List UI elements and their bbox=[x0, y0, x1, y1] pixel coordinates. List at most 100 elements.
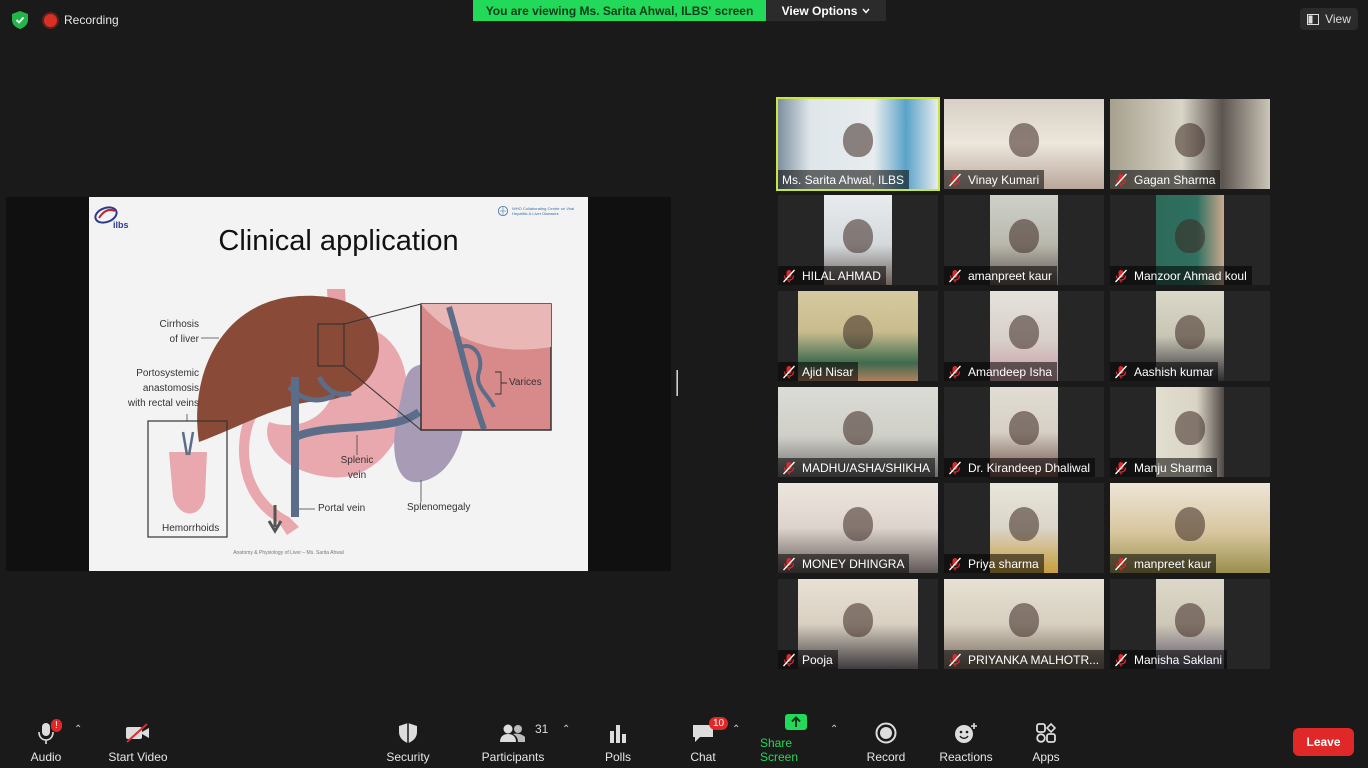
participant-silhouette bbox=[1009, 507, 1039, 541]
label-cirrhosis: Cirrhosis of liver bbox=[159, 319, 199, 345]
muted-mic-icon bbox=[1114, 269, 1134, 283]
record-label: Record bbox=[866, 750, 906, 764]
participant-tile[interactable]: manpreet kaur bbox=[1110, 483, 1270, 573]
participant-silhouette bbox=[1175, 507, 1205, 541]
participant-name: Ajid Nisar bbox=[802, 364, 854, 379]
apps-label: Apps bbox=[1032, 750, 1060, 764]
participant-silhouette bbox=[1009, 315, 1039, 349]
chat-button[interactable]: 10 Chat bbox=[686, 717, 729, 764]
muted-mic-icon bbox=[782, 461, 802, 475]
share-screen-label: Share Screen bbox=[760, 736, 799, 764]
participant-tile[interactable]: Ms. Sarita Ahwal, ILBS bbox=[776, 97, 940, 191]
muted-mic-icon bbox=[1114, 173, 1134, 187]
muted-mic-icon bbox=[782, 557, 802, 571]
participant-name: HILAL AHMAD bbox=[802, 268, 881, 283]
audio-button[interactable]: ! Audio bbox=[26, 718, 66, 764]
muted-mic-icon bbox=[1114, 557, 1134, 571]
participant-tile[interactable]: MADHU/ASHA/SHIKHA bbox=[778, 387, 938, 477]
participant-silhouette bbox=[843, 603, 873, 637]
audio-label: Audio bbox=[30, 750, 62, 764]
presentation-slide: ilbs WHO Collaborating Centre on Viral H… bbox=[89, 197, 588, 571]
muted-mic-icon bbox=[782, 269, 802, 283]
muted-mic-icon bbox=[948, 365, 968, 379]
muted-mic-icon bbox=[948, 461, 968, 475]
participant-name-tag: Manzoor Ahmad koul bbox=[1110, 266, 1252, 285]
chat-label: Chat bbox=[690, 750, 716, 764]
share-screen-button[interactable]: Share Screen bbox=[760, 714, 832, 764]
participants-button[interactable]: 31 Participants bbox=[478, 718, 549, 764]
audio-alert-badge: ! bbox=[51, 719, 62, 732]
participant-name: Pooja bbox=[802, 652, 833, 667]
participant-name-tag: Manju Sharma bbox=[1110, 458, 1218, 477]
participant-name: MONEY DHINGRA bbox=[802, 556, 905, 571]
apps-button[interactable]: Apps bbox=[1028, 718, 1064, 764]
chat-options-caret-icon[interactable]: ⌃ bbox=[732, 724, 740, 735]
participant-tile[interactable]: Pooja bbox=[778, 579, 938, 669]
slide-footer: Anatomy & Physiology of Liver – Ms. Sari… bbox=[233, 550, 344, 556]
participants-options-caret-icon[interactable]: ⌃ bbox=[562, 724, 570, 735]
participant-tile[interactable]: Amandeep Isha bbox=[944, 291, 1104, 381]
security-label: Security bbox=[386, 750, 430, 764]
participant-tile[interactable]: Dr. Kirandeep Dhaliwal bbox=[944, 387, 1104, 477]
muted-mic-icon bbox=[782, 653, 802, 667]
reactions-label: Reactions bbox=[939, 750, 993, 764]
security-shield-icon[interactable] bbox=[12, 11, 28, 29]
participant-name: Manisha Saklani bbox=[1134, 652, 1223, 667]
participant-name-tag: PRIYANKA MALHOTR... bbox=[944, 650, 1104, 669]
polls-button[interactable]: Polls bbox=[600, 718, 636, 764]
share-screen-icon bbox=[785, 714, 807, 730]
participant-tile[interactable]: amanpreet kaur bbox=[944, 195, 1104, 285]
participant-tile[interactable]: Manisha Saklani bbox=[1110, 579, 1270, 669]
participant-tile[interactable]: Vinay Kumari bbox=[944, 99, 1104, 189]
participant-tile[interactable]: Ajid Nisar bbox=[778, 291, 938, 381]
participant-name-tag: Amandeep Isha bbox=[944, 362, 1058, 381]
participant-tile[interactable]: HILAL AHMAD bbox=[778, 195, 938, 285]
participant-silhouette bbox=[843, 507, 873, 541]
participant-name-tag: Manisha Saklani bbox=[1110, 650, 1228, 669]
participant-tile[interactable]: Manzoor Ahmad koul bbox=[1110, 195, 1270, 285]
participant-name: Priya sharma bbox=[968, 556, 1039, 571]
participant-tile[interactable]: Aashish kumar bbox=[1110, 291, 1270, 381]
participants-label: Participants bbox=[481, 750, 545, 764]
participant-silhouette bbox=[1009, 411, 1039, 445]
reactions-button[interactable]: Reactions bbox=[936, 718, 996, 764]
muted-mic-icon bbox=[948, 173, 968, 187]
participant-silhouette bbox=[843, 219, 873, 253]
participant-tile[interactable]: Priya sharma bbox=[944, 483, 1104, 573]
share-screen-options-caret-icon[interactable]: ⌃ bbox=[830, 724, 838, 735]
view-options-button[interactable]: View Options bbox=[766, 0, 886, 21]
participant-name: manpreet kaur bbox=[1134, 556, 1212, 571]
chat-unread-badge: 10 bbox=[709, 717, 729, 730]
participant-silhouette bbox=[1175, 219, 1205, 253]
recording-indicator[interactable]: Recording bbox=[44, 11, 119, 29]
view-options-label: View Options bbox=[781, 3, 858, 18]
recording-label: Recording bbox=[64, 13, 119, 27]
label-portal-vein: Portal vein bbox=[318, 503, 366, 514]
start-video-button[interactable]: Start Video bbox=[105, 718, 171, 764]
participant-tile[interactable]: PRIYANKA MALHOTR... bbox=[944, 579, 1104, 669]
muted-mic-icon bbox=[1114, 365, 1134, 379]
leave-button[interactable]: Leave bbox=[1293, 728, 1354, 756]
view-button[interactable]: View bbox=[1300, 8, 1358, 30]
record-button[interactable]: Record bbox=[864, 718, 908, 764]
participant-tile[interactable]: MONEY DHINGRA bbox=[778, 483, 938, 573]
participant-name: Ms. Sarita Ahwal, ILBS bbox=[782, 172, 905, 187]
video-off-icon bbox=[126, 723, 149, 743]
participant-name: MADHU/ASHA/SHIKHA bbox=[802, 460, 931, 475]
muted-mic-icon bbox=[1114, 461, 1134, 475]
participant-name: Manzoor Ahmad koul bbox=[1134, 268, 1247, 283]
participant-name-tag: Vinay Kumari bbox=[944, 170, 1045, 189]
participant-silhouette bbox=[843, 411, 873, 445]
security-button[interactable]: Security bbox=[382, 718, 434, 764]
participant-name: Dr. Kirandeep Dhaliwal bbox=[968, 460, 1091, 475]
participant-name-tag: Ms. Sarita Ahwal, ILBS bbox=[778, 170, 910, 189]
participant-tile[interactable]: Manju Sharma bbox=[1110, 387, 1270, 477]
audio-options-caret-icon[interactable]: ⌃ bbox=[74, 724, 82, 735]
participant-silhouette bbox=[1175, 411, 1205, 445]
polls-icon bbox=[610, 725, 626, 743]
muted-mic-icon bbox=[782, 365, 802, 379]
participant-tile[interactable]: Gagan Sharma bbox=[1110, 99, 1270, 189]
resize-divider[interactable] bbox=[676, 370, 678, 396]
participant-name-tag: Aashish kumar bbox=[1110, 362, 1219, 381]
participant-name-tag: Ajid Nisar bbox=[778, 362, 859, 381]
